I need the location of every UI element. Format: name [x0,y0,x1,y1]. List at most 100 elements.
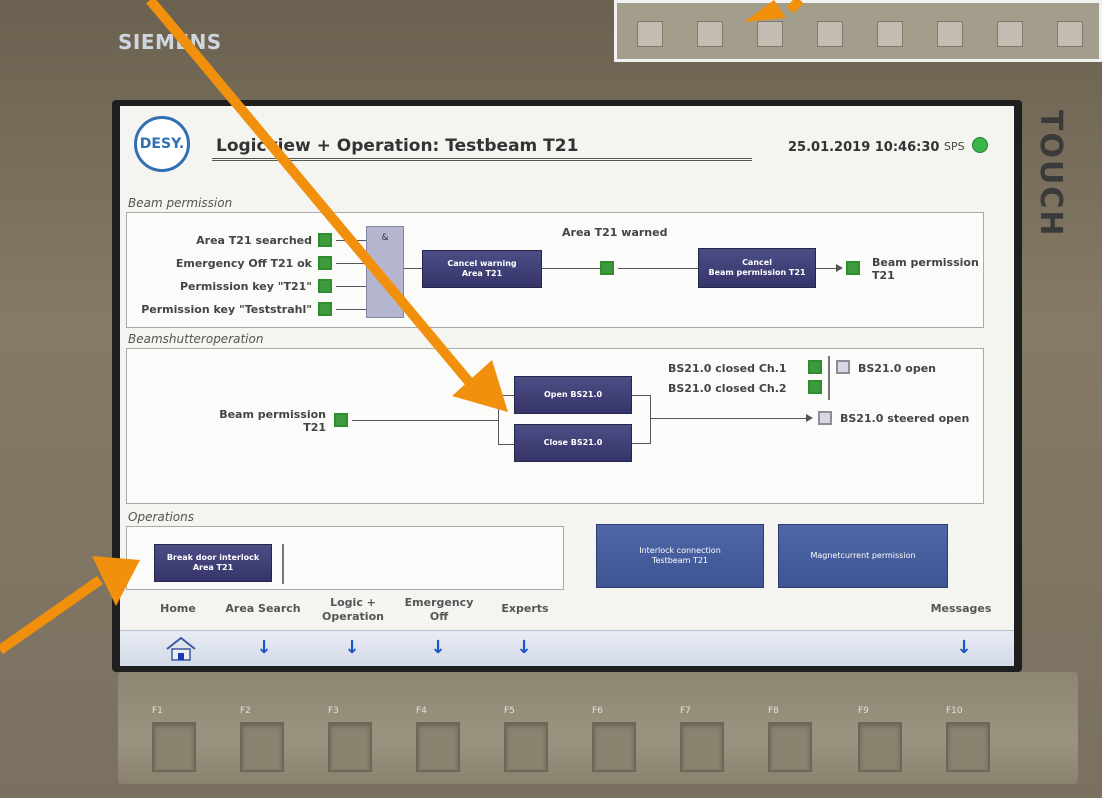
nav-label-home: Home [160,602,196,615]
inset-key [877,21,903,47]
indicator-area-searched [318,233,332,247]
arrowhead-icon [806,414,813,422]
indicator-closed-ch1 [808,360,822,374]
plc-label: SPS [944,140,965,153]
nav-label-area-search: Area Search [225,602,301,615]
function-key-f9[interactable] [858,722,902,772]
break-door-interlock-button[interactable]: Break door interlock Area T21 [154,544,272,582]
and-gate: & [366,226,404,318]
wire [498,395,514,396]
function-key-f2[interactable] [240,722,284,772]
magnetcurrent-permission-button[interactable]: Magnetcurrent permission [778,524,948,588]
title-underline [212,158,752,161]
fkey-label: F7 [680,706,691,716]
messages-arrow-icon[interactable]: ↓ [954,637,974,658]
inset-key [817,21,843,47]
cancel-warning-button[interactable]: Cancel warning Area T21 [422,250,542,288]
inset-key [697,21,723,47]
indicator-steered-open [818,411,832,425]
fkey-label: F5 [504,706,515,716]
inset-key [637,21,663,47]
emergency-off-arrow-icon[interactable]: ↓ [428,637,448,658]
datetime-display: 25.01.2019 10:46:30 [788,140,940,155]
divider [282,544,284,584]
wire [650,395,651,444]
fkey-label: F2 [240,706,251,716]
wire [336,309,366,310]
inset-key [757,21,783,47]
logo-text: DESY. [139,136,185,152]
fkey-label: F10 [946,706,963,716]
experts-arrow-icon[interactable]: ↓ [514,637,534,658]
interlock-connection-button[interactable]: Interlock connection Testbeam T21 [596,524,764,588]
closed-ch1-label: BS21.0 closed Ch.1 [668,362,787,375]
function-key-f1[interactable] [152,722,196,772]
wire [632,395,650,396]
function-key-f10[interactable] [946,722,990,772]
wire [816,268,838,269]
indicator-permission-key-t21 [318,279,332,293]
wire [336,263,366,264]
wire [336,240,366,241]
fkey-label: F8 [768,706,779,716]
input-label-area-searched: Area T21 searched [196,234,312,247]
area-search-arrow-icon[interactable]: ↓ [254,637,274,658]
indicator-beam-permission [846,261,860,275]
fkey-label: F3 [328,706,339,716]
touch-label: TOUCH [1033,110,1068,238]
bs21-open-label: BS21.0 open [858,362,936,375]
page-title: Logicview + Operation: Testbeam T21 [216,136,579,156]
inset-key [937,21,963,47]
close-bs21-button[interactable]: Close BS21.0 [514,424,632,462]
desy-logo: DESY. [134,116,190,172]
wire [632,443,650,444]
function-key-f5[interactable] [504,722,548,772]
inset-key [997,21,1023,47]
function-key-f8[interactable] [768,722,812,772]
logic-operation-arrow-icon[interactable]: ↓ [342,637,362,658]
indicator-closed-ch2 [808,380,822,394]
nav-label-emergency-off: Emergency Off [404,596,474,623]
function-key-f7[interactable] [680,722,724,772]
open-bs21-button[interactable]: Open BS21.0 [514,376,632,414]
beam-permission-input-label: Beam permission T21 [219,408,326,435]
function-key-f3[interactable] [328,722,372,772]
fkey-label: F1 [152,706,163,716]
wire [404,268,422,269]
input-label-permission-key-t21: Permission key "T21" [179,280,312,293]
closed-ch2-label: BS21.0 closed Ch.2 [668,382,787,395]
nav-label-messages: Messages [930,602,992,615]
cancel-beam-permission-button[interactable]: Cancel Beam permission T21 [698,248,816,288]
fkey-label: F6 [592,706,603,716]
function-key-f6[interactable] [592,722,636,772]
nav-label-logic-operation: Logic + Operation [322,596,384,623]
plc-status-led-icon [972,137,988,153]
indicator-emergency-off [318,256,332,270]
fkey-label: F9 [858,706,869,716]
divider [828,356,830,400]
section-label-beamshutter: Beamshutteroperation [128,332,264,346]
hmi-screen: DESY. Logicview + Operation: Testbeam T2… [120,106,1014,666]
indicator-bs21-open [836,360,850,374]
indicator-permission-key-teststrahl [318,302,332,316]
arrowhead-icon [836,264,843,272]
inset-photo [614,0,1102,62]
wire [542,268,600,269]
fkey-label: F4 [416,706,427,716]
wire [650,418,808,419]
input-label-emergency-off: Emergency Off T21 ok [175,257,312,270]
beam-permission-output-label: Beam permission T21 [872,256,979,283]
inset-key [1057,21,1083,47]
section-label-beam-permission: Beam permission [128,196,233,210]
home-icon[interactable] [164,635,198,663]
function-key-f4[interactable] [416,722,460,772]
wire [352,420,498,421]
wire [336,286,366,287]
wire [498,395,499,445]
wire [498,444,514,445]
steered-open-label: BS21.0 steered open [840,412,970,425]
input-label-permission-key-teststrahl: Permission key "Teststrahl" [141,303,312,316]
area-warned-label: Area T21 warned [562,226,668,239]
section-label-operations: Operations [128,510,194,524]
wire [618,268,698,269]
